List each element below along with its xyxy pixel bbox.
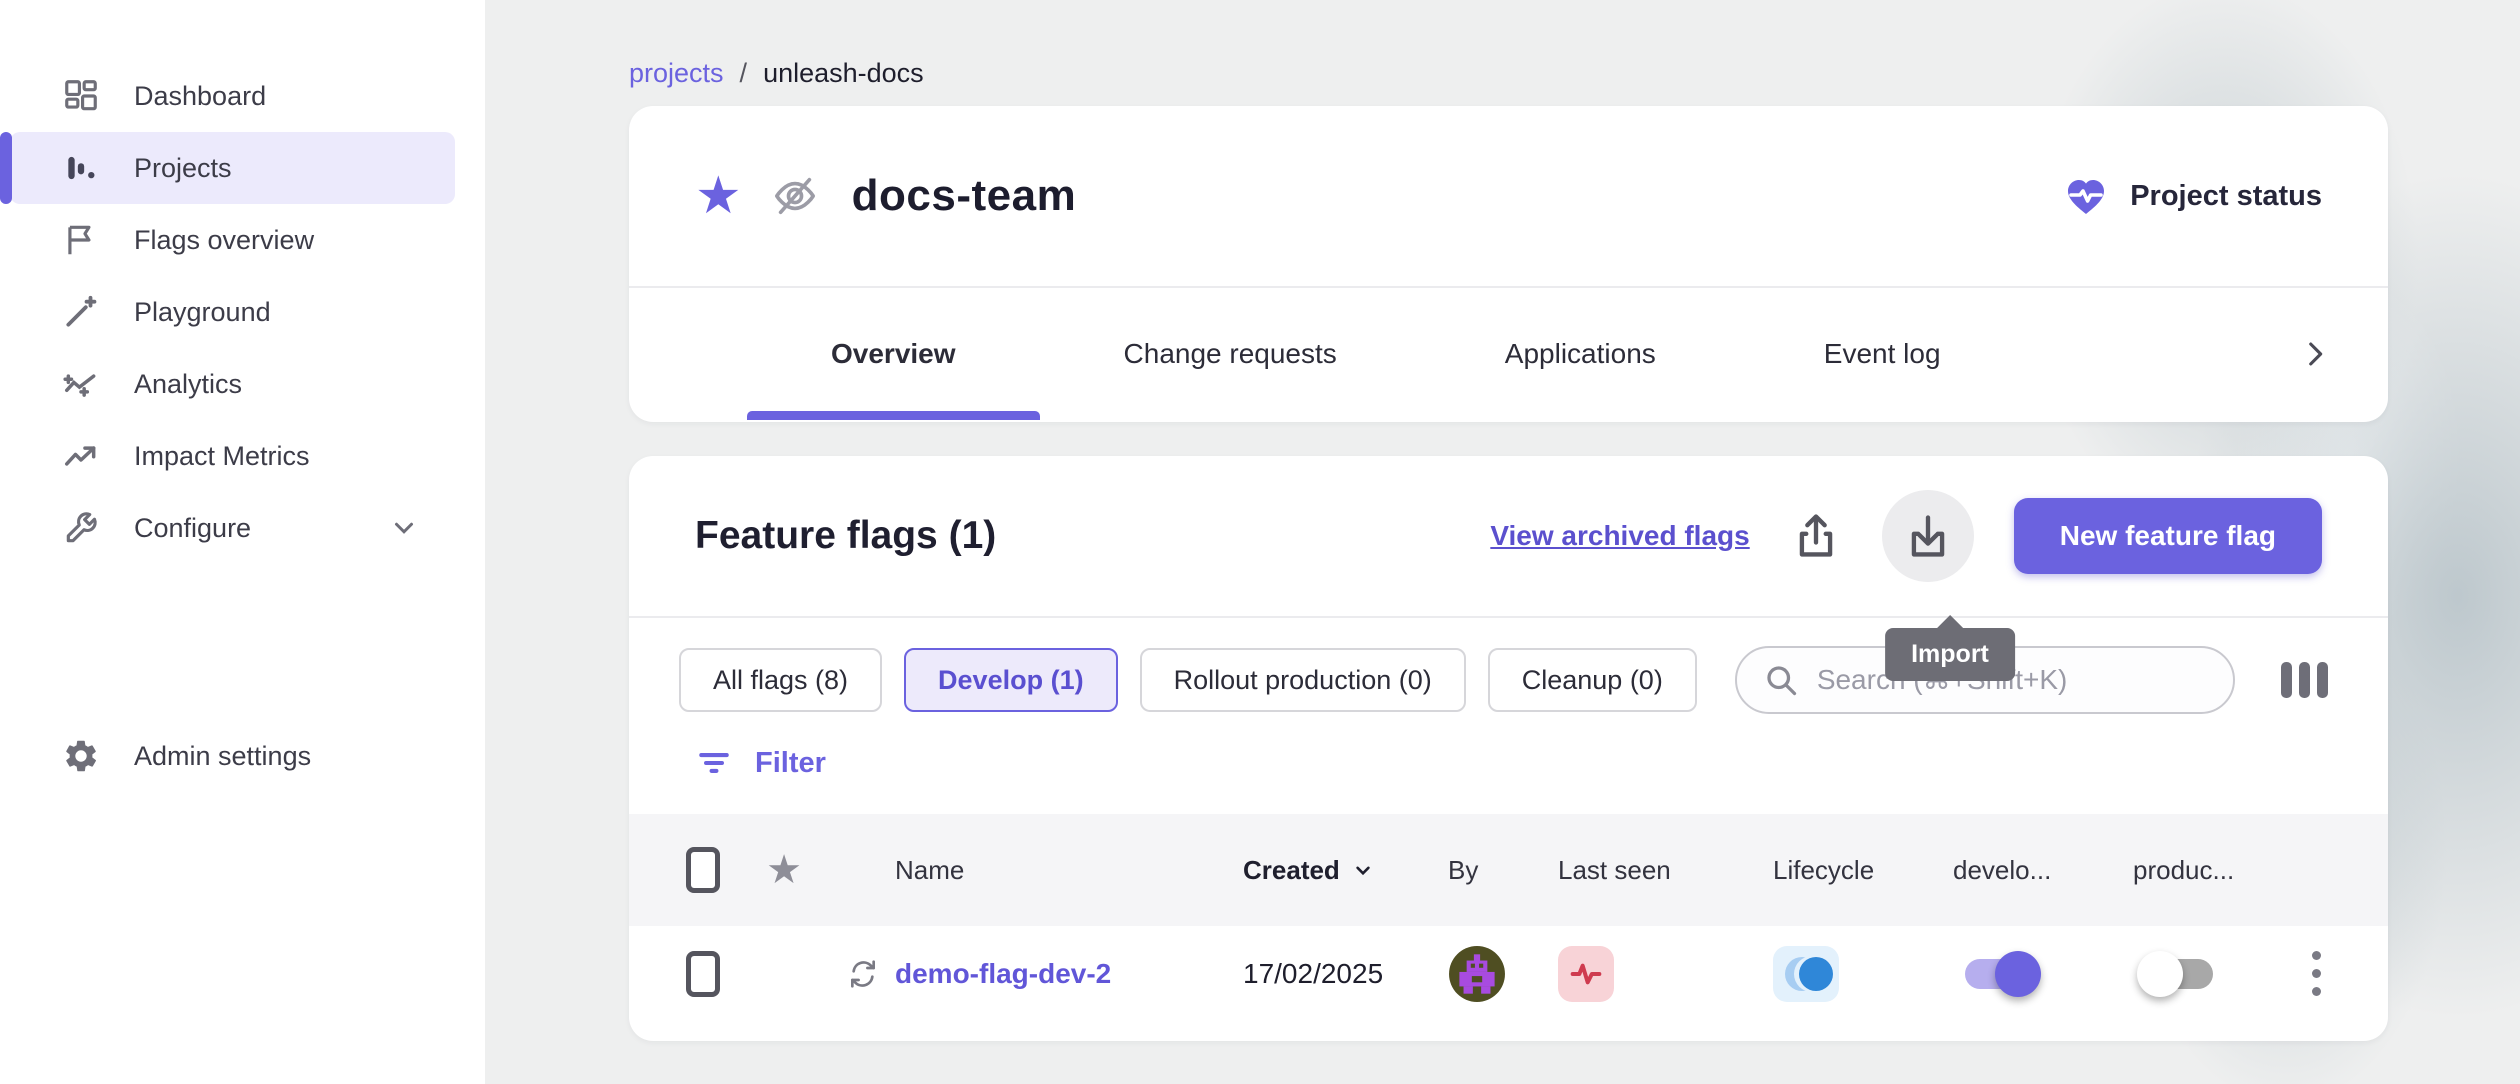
active-tab-underline	[747, 411, 1040, 420]
sidebar: Dashboard Projects Flags overview Playgr…	[0, 0, 485, 1084]
filter-label: Filter	[755, 747, 826, 780]
flag-name-link[interactable]: demo-flag-dev-2	[895, 958, 1111, 990]
search-icon	[1763, 662, 1799, 698]
lifecycle-prelive-badge[interactable]	[1773, 946, 1839, 1002]
app-root: Dashboard Projects Flags overview Playgr…	[0, 0, 2520, 1084]
row-menu-kebab-icon[interactable]	[2312, 951, 2321, 996]
projects-icon	[62, 149, 100, 187]
row-checkbox[interactable]	[686, 951, 720, 997]
analytics-icon	[62, 365, 100, 403]
project-status-label: Project status	[2130, 180, 2322, 213]
favorite-star-icon[interactable]: ★	[695, 170, 742, 222]
view-archived-flags-link[interactable]: View archived flags	[1490, 520, 1749, 552]
chip-cleanup[interactable]: Cleanup (0)	[1488, 648, 1697, 712]
sidebar-item-label: Projects	[134, 153, 232, 184]
dashboard-icon	[62, 77, 100, 115]
project-header: ★ docs-team Project status	[629, 106, 2388, 286]
filter-lines-icon	[695, 744, 733, 782]
header-created-sort[interactable]: Created	[1243, 855, 1376, 886]
wrench-icon	[62, 509, 100, 547]
sidebar-item-label: Impact Metrics	[134, 441, 310, 472]
sidebar-item-label: Flags overview	[134, 225, 314, 256]
project-tabs: Overview Change requests Applications Ev…	[629, 288, 2388, 420]
export-icon[interactable]	[1790, 510, 1842, 562]
chevron-down-icon	[389, 513, 419, 543]
tab-change-requests[interactable]: Change requests	[1040, 288, 1421, 420]
sidebar-item-label: Analytics	[134, 369, 242, 400]
trending-up-icon	[62, 437, 100, 475]
columns-icon[interactable]	[2281, 662, 2328, 698]
last-seen-badge[interactable]	[1558, 946, 1614, 1002]
sidebar-item-flags-overview[interactable]: Flags overview	[0, 204, 485, 276]
wand-icon	[62, 293, 100, 331]
select-all-checkbox[interactable]	[686, 847, 720, 893]
feature-flags-title: Feature flags (1)	[695, 514, 996, 558]
header-development[interactable]: develo...	[1953, 855, 2051, 886]
sidebar-item-playground[interactable]: Playground	[0, 276, 485, 348]
tab-label: Event log	[1824, 338, 1941, 370]
import-tooltip: Import	[1885, 628, 2015, 681]
heart-pulse-icon	[2062, 172, 2110, 220]
production-toggle[interactable]	[2133, 944, 2225, 1004]
sidebar-item-label: Admin settings	[134, 741, 311, 772]
chip-develop[interactable]: Develop (1)	[904, 648, 1118, 712]
main-content: projects / unleash-docs ★ docs-team Proj…	[485, 0, 2520, 1084]
sort-chevron-down-icon	[1350, 857, 1376, 883]
flag-icon	[62, 221, 100, 259]
tab-overview[interactable]: Overview	[747, 288, 1040, 420]
header-by[interactable]: By	[1448, 855, 1478, 886]
tab-label: Change requests	[1124, 338, 1337, 370]
tab-applications[interactable]: Applications	[1421, 288, 1740, 420]
import-icon	[1902, 510, 1954, 562]
table-header-row: ★ Name Created By Last seen Lifecycle de…	[629, 814, 2388, 926]
new-feature-flag-button[interactable]: New feature flag	[2014, 498, 2322, 574]
sidebar-item-label: Dashboard	[134, 81, 266, 112]
header-last-seen[interactable]: Last seen	[1558, 855, 1671, 886]
sidebar-item-label: Configure	[134, 513, 251, 544]
tab-label: Applications	[1505, 338, 1656, 370]
sidebar-item-admin-settings[interactable]: Admin settings	[0, 720, 485, 792]
sidebar-item-label: Playground	[134, 297, 271, 328]
chip-rollout-production[interactable]: Rollout production (0)	[1140, 648, 1466, 712]
sidebar-item-analytics[interactable]: Analytics	[0, 348, 485, 420]
header-name[interactable]: Name	[895, 855, 964, 886]
sync-icon	[847, 958, 879, 990]
star-column-icon[interactable]: ★	[766, 850, 802, 890]
chip-all-flags[interactable]: All flags (8)	[679, 648, 882, 712]
import-button[interactable]	[1882, 490, 1974, 582]
breadcrumb: projects / unleash-docs	[629, 58, 924, 89]
feature-flags-card: Feature flags (1) View archived flags Ne…	[629, 456, 2388, 1041]
header-production[interactable]: produc...	[2133, 855, 2234, 886]
breadcrumb-current: unleash-docs	[763, 58, 924, 89]
sidebar-item-impact-metrics[interactable]: Impact Metrics	[0, 420, 485, 492]
breadcrumb-separator: /	[740, 58, 748, 89]
header-lifecycle[interactable]: Lifecycle	[1773, 855, 1874, 886]
feature-flags-header: Feature flags (1) View archived flags Ne…	[629, 456, 2388, 616]
gear-icon	[62, 737, 100, 775]
tab-event-log[interactable]: Event log	[1740, 288, 2025, 420]
tabs-overflow-chevron-right-icon[interactable]	[2298, 288, 2332, 420]
tab-label: Overview	[831, 338, 956, 370]
flags-table: ★ Name Created By Last seen Lifecycle de…	[629, 814, 2388, 1021]
development-toggle[interactable]	[1953, 944, 2045, 1004]
sidebar-item-dashboard[interactable]: Dashboard	[0, 60, 485, 132]
project-header-card: ★ docs-team Project status Overview	[629, 106, 2388, 422]
created-date: 17/02/2025	[1243, 958, 1383, 990]
project-status-button[interactable]: Project status	[2062, 172, 2322, 220]
header-created: Created	[1243, 855, 1340, 886]
avatar	[1448, 945, 1506, 1003]
project-title: docs-team	[852, 171, 1077, 221]
filter-button[interactable]: Filter	[695, 744, 2388, 782]
breadcrumb-projects-link[interactable]: projects	[629, 58, 724, 89]
sidebar-item-projects[interactable]: Projects	[10, 132, 455, 204]
table-row: demo-flag-dev-2 17/02/2025	[629, 926, 2388, 1021]
sidebar-item-configure[interactable]: Configure	[0, 492, 485, 564]
feature-flags-actions: View archived flags New feature flag	[1490, 490, 2322, 582]
eye-off-icon[interactable]	[772, 173, 818, 219]
divider	[629, 616, 2388, 618]
pulse-icon	[1566, 954, 1606, 994]
flag-filter-row: All flags (8) Develop (1) Rollout produc…	[629, 646, 2388, 714]
